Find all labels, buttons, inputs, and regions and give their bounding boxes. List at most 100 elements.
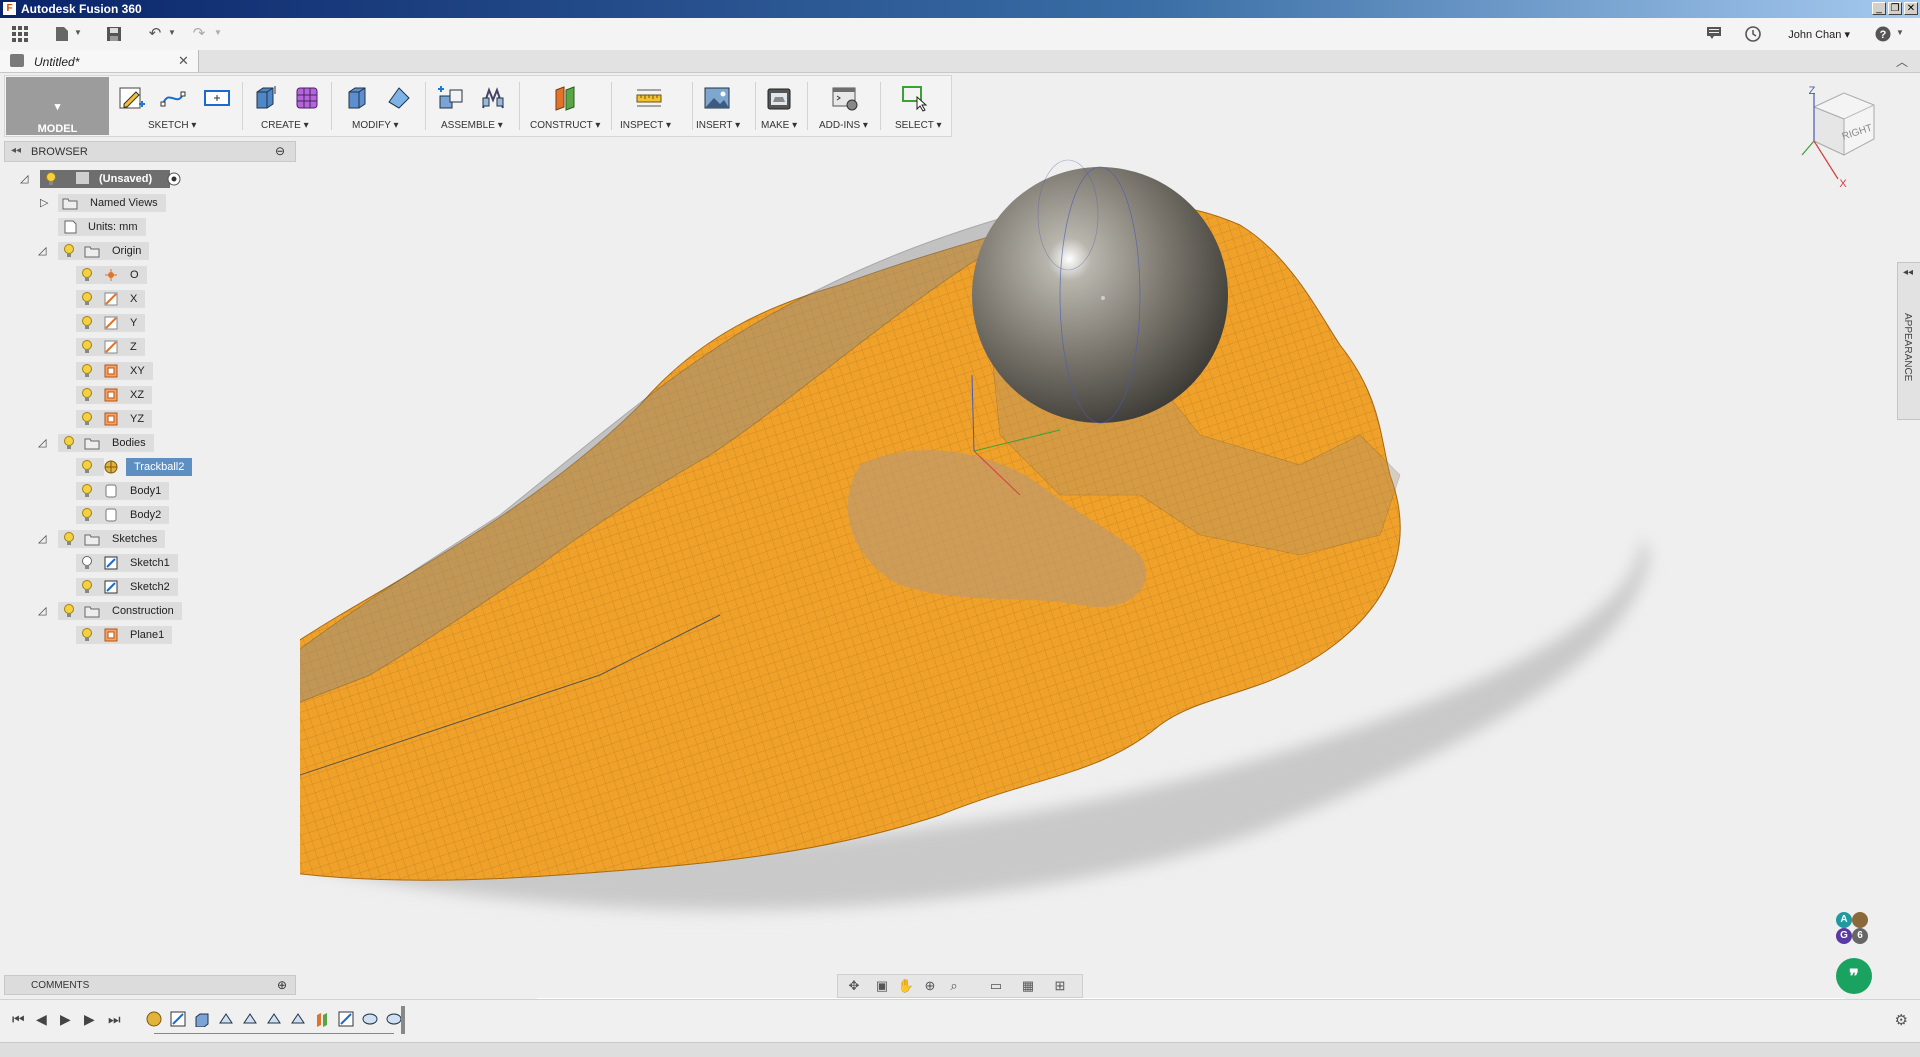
play-icon[interactable]: ▶ — [60, 1011, 71, 1028]
collaborator-avatar[interactable]: G — [1836, 928, 1852, 944]
tree-node-xz-plane[interactable]: XZ — [0, 386, 300, 404]
restore-button[interactable]: ❐ — [1888, 2, 1902, 15]
add-ins-group-label[interactable]: ADD-INS ▾ — [819, 120, 868, 131]
go-to-end-icon[interactable]: ⏭ — [108, 1011, 121, 1028]
tree-node-body2[interactable]: Body2 — [0, 506, 300, 524]
timeline-body-feature-icon[interactable] — [362, 1011, 378, 1027]
workspace-switcher[interactable]: MODEL ▾ — [6, 77, 109, 135]
collapse-toolbar-icon[interactable]: ︿ — [1896, 53, 1908, 70]
file-menu-icon[interactable] — [54, 26, 70, 42]
visibility-bulb-icon[interactable] — [81, 556, 93, 570]
browser-options-icon[interactable]: ⊖ — [275, 144, 285, 158]
timeline-construct-plane-icon[interactable] — [314, 1011, 330, 1027]
grid-settings-icon[interactable]: ▦ — [1018, 978, 1038, 994]
visibility-bulb-icon[interactable] — [81, 628, 93, 642]
visibility-bulb-icon[interactable] — [63, 604, 75, 618]
zoom-icon[interactable]: ⊕ — [920, 978, 940, 994]
expand-toggle-icon[interactable]: ◿ — [38, 244, 46, 257]
create-group-label[interactable]: CREATE ▾ — [261, 120, 309, 131]
undo-icon[interactable]: ↶ — [146, 26, 164, 42]
undo-caret-icon[interactable]: ▼ — [168, 28, 176, 37]
appearance-side-panel[interactable]: ◂◂ APPEARANCE — [1897, 262, 1920, 420]
visibility-bulb-icon[interactable] — [63, 532, 75, 546]
visibility-bulb-icon[interactable] — [63, 244, 75, 258]
visibility-bulb-icon[interactable] — [81, 364, 93, 378]
visibility-bulb-icon[interactable] — [81, 340, 93, 354]
document-tab[interactable]: Untitled* ✕ — [0, 50, 199, 72]
fillet-icon[interactable] — [385, 84, 413, 112]
timeline-extrude-feature-icon[interactable] — [194, 1011, 210, 1027]
collaborator-avatar[interactable]: A — [1836, 912, 1852, 928]
timeline-modify-feature-icon[interactable] — [290, 1011, 306, 1027]
rectangle-tool-icon[interactable] — [203, 84, 231, 112]
line-tool-icon[interactable] — [159, 84, 187, 112]
tree-node-construction[interactable]: ◿ Construction — [0, 602, 300, 620]
timeline-split-feature-icon[interactable] — [218, 1011, 234, 1027]
3d-viewport-canvas[interactable] — [300, 135, 1890, 965]
add-comment-icon[interactable]: ⊕ — [277, 978, 287, 992]
modify-group-label[interactable]: MODIFY ▾ — [352, 120, 399, 131]
timeline-form-feature-icon[interactable] — [146, 1011, 162, 1027]
step-back-icon[interactable]: ◀ — [36, 1011, 47, 1028]
viewports-icon[interactable]: ⊞ — [1050, 978, 1070, 994]
user-account-menu[interactable]: John Chan ▾ — [1788, 28, 1850, 41]
tree-node-xy-plane[interactable]: XY — [0, 362, 300, 380]
visibility-bulb-icon[interactable] — [81, 508, 93, 522]
apps-grid-icon[interactable] — [12, 26, 28, 42]
timeline-marker[interactable] — [401, 1006, 405, 1034]
go-to-start-icon[interactable]: ⏮ — [12, 1011, 25, 1028]
timeline-modify-feature-icon[interactable] — [242, 1011, 258, 1027]
comments-panel-header[interactable]: COMMENTS ⊕ — [4, 975, 296, 995]
visibility-bulb-icon[interactable] — [81, 412, 93, 426]
help-icon[interactable]: ? — [1874, 26, 1892, 42]
extrude-icon[interactable] — [251, 84, 279, 112]
tree-node-plane1[interactable]: Plane1 — [0, 626, 300, 644]
tree-node-origin[interactable]: ◿ Origin — [0, 242, 300, 260]
pan-hand-icon[interactable]: ✋ — [896, 978, 916, 994]
redo-icon[interactable]: ↷ — [190, 26, 208, 42]
construct-group-label[interactable]: CONSTRUCT ▾ — [530, 120, 600, 131]
canvas-image-icon[interactable] — [703, 84, 731, 112]
timeline-sketch-feature-icon[interactable] — [338, 1011, 354, 1027]
collapse-browser-icon[interactable]: ◂◂ — [11, 145, 21, 156]
tree-node-named-views[interactable]: ▷ Named Views — [0, 194, 300, 212]
joint-icon[interactable] — [479, 84, 507, 112]
assemble-group-label[interactable]: ASSEMBLE ▾ — [441, 120, 503, 131]
view-cube[interactable]: RIGHT Z X — [1792, 85, 1892, 195]
job-status-clock-icon[interactable] — [1744, 26, 1762, 42]
scripts-add-ins-icon[interactable] — [831, 84, 859, 112]
create-sketch-icon[interactable] — [117, 84, 145, 112]
tree-node-sketches[interactable]: ◿ Sketches — [0, 530, 300, 548]
expand-toggle-icon[interactable]: ▷ — [40, 196, 48, 209]
tree-node-sketch2[interactable]: Sketch2 — [0, 578, 300, 596]
orbit-icon[interactable]: ✥ — [844, 978, 864, 994]
visibility-bulb-icon[interactable] — [63, 436, 75, 450]
tree-node-bodies[interactable]: ◿ Bodies — [0, 434, 300, 452]
insert-group-label[interactable]: INSERT ▾ — [696, 120, 740, 131]
make-group-label[interactable]: MAKE ▾ — [761, 120, 797, 131]
select-tool-icon[interactable] — [901, 84, 929, 112]
visibility-bulb-icon[interactable] — [81, 268, 93, 282]
visibility-bulb-icon[interactable] — [81, 316, 93, 330]
activate-radio-icon[interactable] — [167, 172, 181, 186]
step-forward-icon[interactable]: ▶ — [84, 1011, 95, 1028]
tree-node-x-axis[interactable]: X — [0, 290, 300, 308]
expand-panel-icon[interactable]: ◂◂ — [1903, 267, 1913, 278]
close-window-button[interactable]: ✕ — [1904, 2, 1918, 15]
tree-node-body1[interactable]: Body1 — [0, 482, 300, 500]
close-tab-icon[interactable]: ✕ — [178, 53, 189, 69]
inspect-group-label[interactable]: INSPECT ▾ — [620, 120, 671, 131]
display-settings-icon[interactable]: ▭ — [986, 978, 1006, 994]
expand-toggle-icon[interactable]: ◿ — [38, 604, 46, 617]
save-icon[interactable] — [106, 26, 122, 42]
tree-node-origin-point[interactable]: O — [0, 266, 300, 284]
measure-icon[interactable] — [635, 84, 663, 112]
more-collaborators-count[interactable]: 6 — [1852, 928, 1868, 944]
browser-panel-header[interactable]: ◂◂ BROWSER ⊖ — [4, 141, 296, 162]
collaborators-widget[interactable]: A G 6 — [1834, 910, 1874, 950]
expand-toggle-icon[interactable]: ◿ — [38, 532, 46, 545]
visibility-bulb-icon[interactable] — [81, 292, 93, 306]
look-at-icon[interactable]: ▣ — [872, 978, 892, 994]
timeline-settings-gear-icon[interactable]: ⚙ — [1895, 1011, 1908, 1029]
notifications-icon[interactable] — [1705, 26, 1723, 42]
